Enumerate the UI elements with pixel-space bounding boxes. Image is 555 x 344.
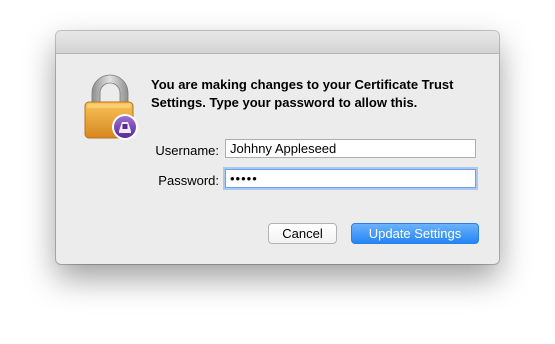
padlock-icon — [84, 74, 138, 140]
password-field[interactable]: ••••• — [225, 169, 476, 188]
username-field[interactable]: Johhny Appleseed — [225, 139, 476, 158]
username-label: Username: — [155, 143, 219, 158]
cancel-button[interactable]: Cancel — [268, 223, 337, 244]
password-label: Password: — [158, 173, 219, 188]
authentication-dialog: You are making changes to your Certifica… — [56, 31, 499, 264]
dialog-message: You are making changes to your Certifica… — [151, 77, 454, 110]
dialog-titlebar — [56, 31, 499, 54]
certificate-assistant-badge-icon — [112, 114, 138, 140]
update-settings-button[interactable]: Update Settings — [351, 223, 479, 244]
